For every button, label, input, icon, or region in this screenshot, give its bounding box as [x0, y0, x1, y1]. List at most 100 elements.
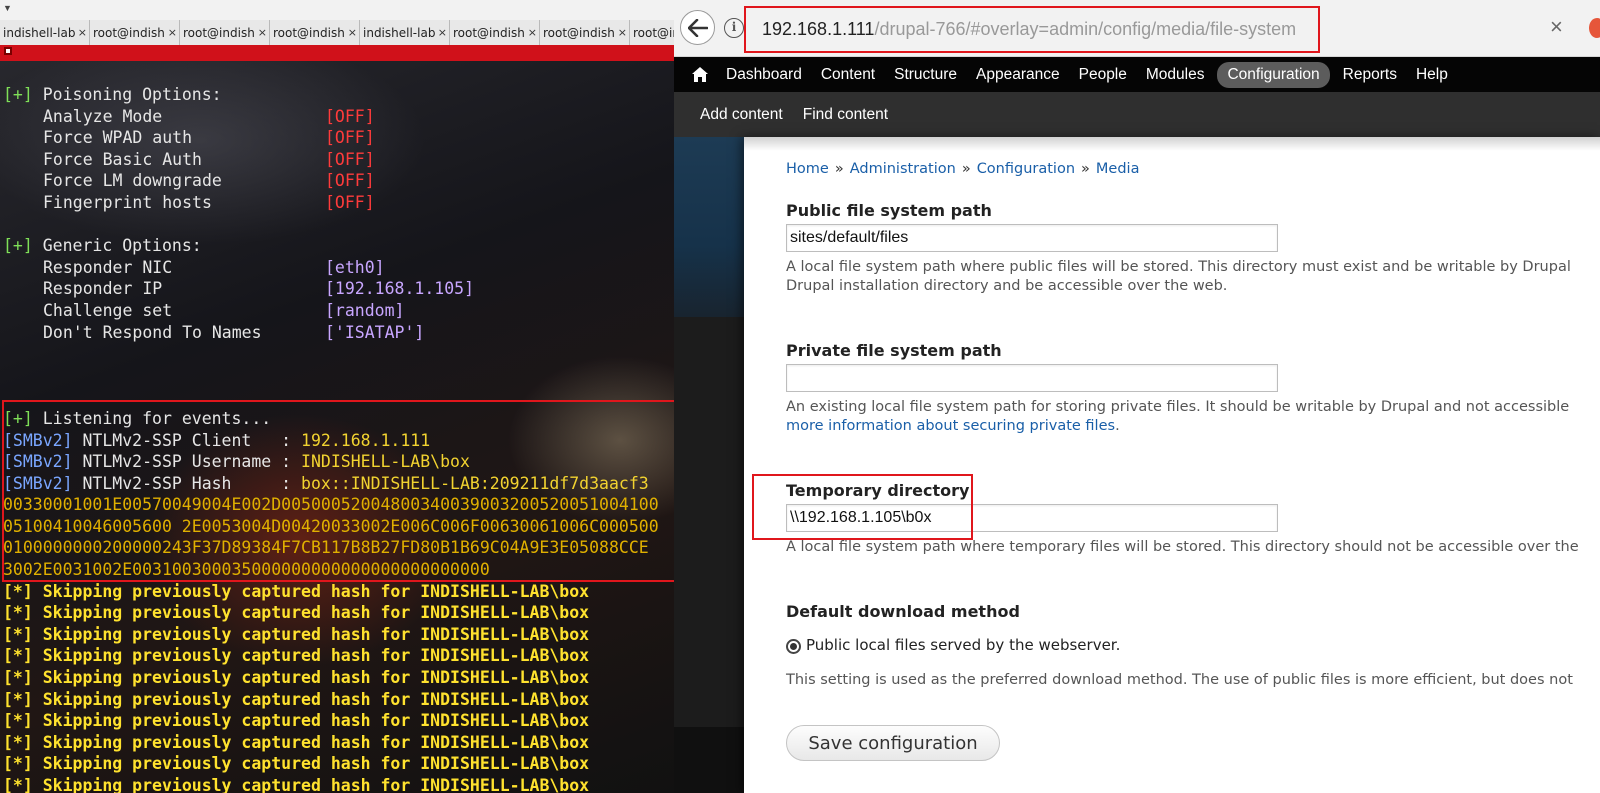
- breadcrumb-configuration[interactable]: Configuration: [977, 161, 1075, 177]
- download-method-label: Default download method: [786, 602, 1020, 621]
- terminal-tab[interactable]: indishell-lab ×: [360, 20, 450, 45]
- shortcut-find-content[interactable]: Find content: [803, 106, 888, 124]
- star-tag: [*]: [3, 754, 33, 774]
- public-path-input[interactable]: [786, 224, 1278, 252]
- close-icon[interactable]: ×: [618, 26, 627, 45]
- terminal-tab[interactable]: indishell-lab ×: [0, 20, 90, 45]
- terminal-tab[interactable]: root@indishell×: [90, 20, 180, 45]
- breadcrumb-administration[interactable]: Administration: [850, 161, 956, 177]
- terminal-line: Don't Respond To Names ['ISATAP']: [3, 322, 674, 344]
- close-icon[interactable]: ×: [258, 26, 267, 45]
- close-icon[interactable]: ×: [168, 26, 177, 45]
- toolbar-item-appearance[interactable]: Appearance: [976, 63, 1060, 87]
- terminal-tab-label: indishell-lab: [3, 26, 75, 40]
- toolbar-item-reports[interactable]: Reports: [1343, 63, 1397, 87]
- listening-text: Listening for events...: [42, 408, 272, 428]
- terminal-tab[interactable]: root@indishell×: [540, 20, 630, 45]
- close-icon[interactable]: ×: [1550, 14, 1563, 40]
- private-path-input[interactable]: [786, 364, 1278, 392]
- toolbar-item-modules[interactable]: Modules: [1146, 63, 1205, 87]
- smb-tag: [SMBv2]: [3, 473, 73, 493]
- download-method-radio[interactable]: [786, 639, 801, 654]
- terminal-tab[interactable]: root@indishell×: [450, 20, 540, 45]
- breadcrumb-home[interactable]: Home: [786, 161, 829, 177]
- skip-line: [*] Skipping previously captured hash fo…: [3, 753, 674, 775]
- dropdown-arrow-icon[interactable]: ▼: [3, 3, 12, 13]
- terminal-line: Responder NIC [eth0]: [3, 257, 674, 279]
- private-files-link[interactable]: more information about securing private …: [786, 418, 1115, 434]
- terminal-tab[interactable]: root@indishell×: [270, 20, 360, 45]
- private-path-description: more information about securing private …: [786, 417, 1120, 436]
- terminal-line: [+] Poisoning Options:: [3, 84, 674, 106]
- skip-line: [*] Skipping previously captured hash fo…: [3, 689, 674, 711]
- browser-logo-icon: [1589, 18, 1600, 38]
- terminal-window-icon: [4, 47, 12, 55]
- hash-value: box::INDISHELL-LAB:209211df7d3aacf3: [301, 473, 649, 493]
- back-arrow-icon[interactable]: [680, 10, 715, 45]
- terminal-tab-label: indishell-lab: [363, 26, 435, 40]
- temp-directory-label: Temporary directory: [786, 481, 970, 500]
- skip-line: [*] Skipping previously captured hash fo…: [3, 581, 674, 603]
- toolbar-item-dashboard[interactable]: Dashboard: [726, 63, 802, 87]
- skip-line: [*] Skipping previously captured hash fo…: [3, 732, 674, 754]
- hash-line: 0100000000200000243F37D89384F7CB117B8B27…: [3, 538, 649, 558]
- option-value: [OFF]: [325, 106, 375, 126]
- skip-line: [*] Skipping previously captured hash fo…: [3, 645, 674, 667]
- breadcrumb-separator: »: [834, 161, 844, 177]
- toolbar-item-content[interactable]: Content: [821, 63, 875, 87]
- option-value: [OFF]: [325, 149, 375, 169]
- star-tag: [*]: [3, 581, 33, 601]
- content-shadow: [744, 137, 1600, 151]
- temp-directory-input[interactable]: [786, 504, 1278, 532]
- option-label: Fingerprint hosts: [43, 192, 212, 212]
- close-icon[interactable]: ×: [528, 26, 537, 45]
- terminal-tab[interactable]: root@indishell×: [180, 20, 270, 45]
- skip-message: Skipping previously captured hash for IN…: [42, 689, 590, 709]
- toolbar-item-people[interactable]: People: [1079, 63, 1127, 87]
- url-path: /drupal-766/#overlay=admin/config/media/…: [874, 19, 1297, 39]
- toolbar-item-help[interactable]: Help: [1416, 63, 1448, 87]
- client-label: NTLMv2-SSP Client :: [82, 430, 302, 450]
- backdrop-band: [674, 727, 744, 793]
- skip-message: Skipping previously captured hash for IN…: [42, 624, 590, 644]
- breadcrumb-media[interactable]: Media: [1096, 161, 1140, 177]
- breadcrumb: Home » Administration » Configuration » Media: [786, 161, 1139, 177]
- url-field[interactable]: 192.168.1.111/drupal-766/#overlay=admin/…: [762, 14, 1542, 44]
- username-label: NTLMv2-SSP Username :: [82, 452, 302, 472]
- toolbar-item-configuration[interactable]: Configuration: [1217, 61, 1330, 88]
- option-value: [random]: [325, 300, 405, 320]
- temp-directory-description: A local file system path where temporary…: [786, 539, 1579, 555]
- skip-message: Skipping previously captured hash for IN…: [42, 581, 590, 601]
- option-label: Force WPAD auth: [43, 128, 193, 148]
- shortcut-add-content[interactable]: Add content: [700, 106, 783, 124]
- skip-message: Skipping previously captured hash for IN…: [42, 732, 590, 752]
- info-icon[interactable]: i: [724, 18, 744, 38]
- terminal-line: Force Basic Auth [OFF]: [3, 149, 674, 171]
- drupal-toolbar: Dashboard Content Structure Appearance P…: [674, 57, 1600, 92]
- skip-line: [*] Skipping previously captured hash fo…: [3, 624, 674, 646]
- option-label: Analyze Mode: [43, 106, 163, 126]
- close-icon[interactable]: ×: [78, 26, 87, 45]
- terminal-tab[interactable]: root@indishell×: [630, 20, 674, 45]
- description-end: .: [1115, 418, 1120, 434]
- private-path-label: Private file system path: [786, 341, 1002, 360]
- save-configuration-button[interactable]: Save configuration: [786, 725, 1000, 761]
- terminal-tab-label: root@indishell: [633, 26, 674, 40]
- star-tag: [*]: [3, 689, 33, 709]
- close-icon[interactable]: ×: [438, 26, 447, 45]
- smb-tag: [SMBv2]: [3, 430, 73, 450]
- browser-window: i 192.168.1.111/drupal-766/#overlay=admi…: [674, 0, 1600, 793]
- star-tag: [*]: [3, 646, 33, 666]
- terminal-tab-bar: indishell-lab× root@indishell× root@indi…: [0, 20, 674, 45]
- terminal-tab-label: root@indishell: [183, 26, 255, 40]
- close-icon[interactable]: ×: [348, 26, 357, 45]
- star-tag: [*]: [3, 624, 33, 644]
- download-method-option[interactable]: Public local files served by the webserv…: [806, 636, 1120, 655]
- download-method-description: This setting is used as the preferred do…: [786, 672, 1573, 688]
- public-path-description: A local file system path where public fi…: [786, 259, 1571, 275]
- home-icon[interactable]: [686, 61, 714, 89]
- option-value: [eth0]: [325, 257, 385, 277]
- toolbar-item-structure[interactable]: Structure: [894, 63, 957, 87]
